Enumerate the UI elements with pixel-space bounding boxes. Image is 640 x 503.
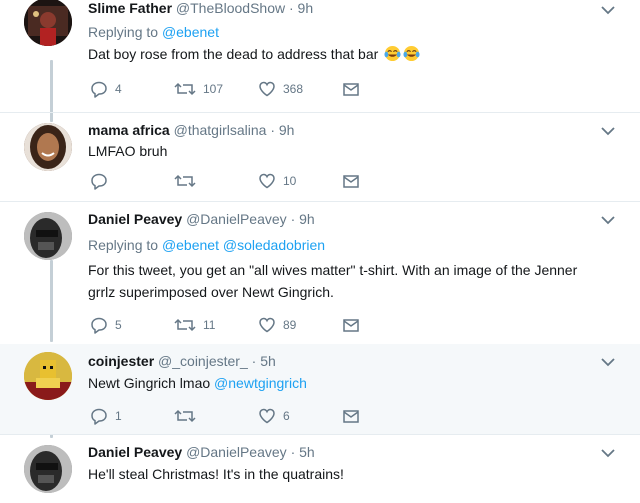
tweet[interactable]: Daniel Peavey @DanielPeavey · 5h He'll s… xyxy=(0,435,640,503)
display-name[interactable]: Slime Father xyxy=(88,0,172,16)
separator-dot: · xyxy=(270,122,275,138)
retweet-button[interactable]: 11 xyxy=(174,316,215,334)
tweet-text-line: grrlz superimposed over Newt Gingrich. xyxy=(88,284,334,300)
like-button[interactable]: 10 xyxy=(258,172,296,190)
reply-icon xyxy=(91,81,107,98)
reply-button[interactable]: 1 xyxy=(90,407,122,425)
tweet-text: Dat boy rose from the dead to address th… xyxy=(88,43,628,65)
chevron-down-icon[interactable] xyxy=(600,125,616,137)
timestamp[interactable]: 5h xyxy=(260,353,276,369)
display-name[interactable]: mama africa xyxy=(88,122,170,138)
retweet-count: 11 xyxy=(203,318,216,332)
like-button[interactable]: 368 xyxy=(258,80,303,98)
tweet-text-line: For this tweet, you get an "all wives ma… xyxy=(88,262,578,278)
reply-icon xyxy=(91,317,107,334)
heart-icon xyxy=(259,408,275,424)
envelope-icon xyxy=(343,83,359,96)
separator-dot: · xyxy=(251,353,257,369)
retweet-icon xyxy=(174,318,196,332)
user-handle[interactable]: @thatgirlsalina xyxy=(174,122,267,138)
timestamp[interactable]: 9h xyxy=(299,211,315,227)
reply-button[interactable] xyxy=(90,172,115,190)
tweet[interactable]: coinjester @_coinjester_ · 5h Newt Gingr… xyxy=(0,344,640,434)
retweet-button[interactable] xyxy=(174,172,203,190)
timestamp[interactable]: 9h xyxy=(298,0,314,16)
direct-message-button[interactable] xyxy=(342,316,360,334)
avatar[interactable] xyxy=(24,212,72,260)
reply-button[interactable]: 4 xyxy=(90,80,122,98)
chevron-down-icon[interactable] xyxy=(600,447,616,459)
avatar[interactable] xyxy=(24,445,72,493)
chevron-down-icon[interactable] xyxy=(600,356,616,368)
mention-link[interactable]: @ebenet xyxy=(162,24,219,40)
heart-icon xyxy=(259,173,275,189)
envelope-icon xyxy=(343,175,359,188)
reply-button[interactable]: 5 xyxy=(90,316,122,334)
replying-to-label: Replying to xyxy=(88,24,159,40)
avatar[interactable] xyxy=(24,123,72,171)
like-button[interactable]: 89 xyxy=(258,316,296,334)
timestamp[interactable]: 5h xyxy=(299,444,315,460)
chevron-down-icon[interactable] xyxy=(600,214,616,226)
separator-dot: · xyxy=(290,444,296,460)
user-handle[interactable]: @DanielPeavey xyxy=(186,444,287,460)
like-count: 6 xyxy=(283,409,290,423)
like-count: 89 xyxy=(283,318,297,332)
tears-of-joy-emoji-icon xyxy=(403,45,420,62)
reply-count: 4 xyxy=(115,82,122,96)
tweet-text: Newt Gingrich lmao @newtgingrich xyxy=(88,375,307,391)
like-count: 10 xyxy=(283,174,297,188)
retweet-icon xyxy=(174,82,196,96)
retweet-button[interactable]: 107 xyxy=(174,80,223,98)
tweet[interactable]: mama africa @thatgirlsalina · 9h LMFAO b… xyxy=(0,113,640,201)
direct-message-button[interactable] xyxy=(342,80,360,98)
mention-link[interactable]: @newtgingrich xyxy=(214,375,307,391)
reply-icon xyxy=(91,173,107,190)
direct-message-button[interactable] xyxy=(342,172,360,190)
timestamp[interactable]: 9h xyxy=(279,122,295,138)
like-count: 368 xyxy=(283,82,304,96)
user-handle[interactable]: @DanielPeavey xyxy=(186,211,287,227)
retweet-button[interactable] xyxy=(174,407,203,425)
avatar[interactable] xyxy=(24,352,72,400)
envelope-icon xyxy=(343,319,359,332)
like-button[interactable]: 6 xyxy=(258,407,290,425)
heart-icon xyxy=(259,317,275,333)
envelope-icon xyxy=(343,410,359,423)
display-name[interactable]: Daniel Peavey xyxy=(88,444,182,460)
reply-icon xyxy=(91,408,107,425)
separator-dot: · xyxy=(290,211,296,227)
tweet-text: LMFAO bruh xyxy=(88,143,168,159)
reply-count: 5 xyxy=(115,318,122,332)
tweet[interactable]: Slime Father @TheBloodShow · 9h Replying… xyxy=(0,0,640,112)
retweet-count: 107 xyxy=(203,82,224,96)
tweet-text: He'll steal Christmas! It's in the quatr… xyxy=(88,466,344,482)
display-name[interactable]: Daniel Peavey xyxy=(88,211,182,227)
direct-message-button[interactable] xyxy=(342,407,360,425)
avatar[interactable] xyxy=(24,0,72,46)
tweet-text: For this tweet, you get an "all wives ma… xyxy=(88,259,628,303)
separator-dot: · xyxy=(288,0,294,16)
retweet-icon xyxy=(174,409,196,423)
mention-link[interactable]: @ebenet xyxy=(162,237,219,253)
chevron-down-icon[interactable] xyxy=(600,4,616,16)
reply-count: 1 xyxy=(115,409,122,423)
user-handle[interactable]: @TheBloodShow xyxy=(176,0,285,16)
retweet-icon xyxy=(174,174,196,188)
replying-to-label: Replying to xyxy=(88,237,159,253)
tears-of-joy-emoji-icon xyxy=(384,45,401,62)
display-name[interactable]: coinjester xyxy=(88,353,154,369)
heart-icon xyxy=(259,81,275,97)
mention-link[interactable]: @soledadobrien xyxy=(223,237,325,253)
tweet[interactable]: Daniel Peavey @DanielPeavey · 9h Replyin… xyxy=(0,202,640,344)
user-handle[interactable]: @_coinjester_ xyxy=(158,353,248,369)
